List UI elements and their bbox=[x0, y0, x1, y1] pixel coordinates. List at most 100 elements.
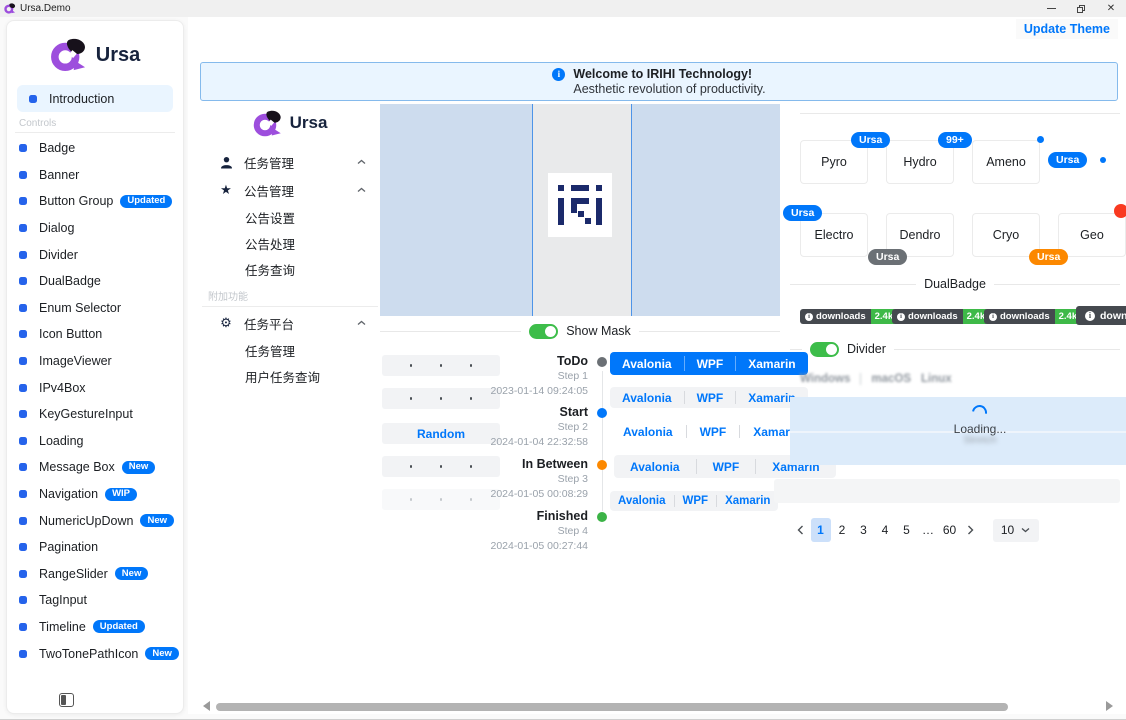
menu-item-task-management-2[interactable]: 任务管理 bbox=[200, 337, 380, 363]
update-theme-button[interactable]: Update Theme bbox=[1016, 19, 1118, 39]
show-mask-toggle[interactable] bbox=[529, 324, 558, 339]
sidebar-item-timeline[interactable]: TimelineUpdated bbox=[7, 614, 183, 641]
timeline-time: 2024-01-04 22:32:58 bbox=[455, 435, 588, 450]
tab-windows: Windows bbox=[800, 373, 850, 385]
horizontal-scrollbar-thumb[interactable] bbox=[216, 703, 1008, 711]
toggle-knob bbox=[826, 344, 837, 355]
sidebar-item-label: Timeline bbox=[39, 620, 86, 634]
minimize-button[interactable] bbox=[1036, 0, 1066, 17]
menu-item-announcement-settings[interactable]: 公告设置 bbox=[200, 204, 380, 230]
sidebar-item-introduction[interactable]: Introduction bbox=[17, 85, 173, 112]
chevron-down-icon bbox=[1021, 527, 1030, 533]
image-viewer[interactable] bbox=[380, 104, 780, 316]
ursa-badge: Ursa bbox=[783, 205, 822, 221]
sidebar-item-ipv4box[interactable]: IPv4Box bbox=[7, 374, 183, 401]
menu-item-user-task-query[interactable]: 用户任务查询 bbox=[200, 363, 380, 389]
menu-item-task-management[interactable]: 任务管理 bbox=[200, 148, 380, 176]
menu-item-label: 任务管理 bbox=[245, 341, 295, 360]
avalonia-button[interactable]: Avalonia bbox=[610, 387, 684, 408]
sidebar-item-rangeslider[interactable]: RangeSliderNew bbox=[7, 561, 183, 588]
avalonia-button[interactable]: Avalonia bbox=[610, 421, 686, 442]
menu-item-task-platform[interactable]: ⚙ 任务平台 bbox=[200, 309, 380, 337]
banner-title: Welcome to IRIHI Technology! bbox=[573, 67, 765, 82]
card-label: Pyro bbox=[821, 155, 847, 169]
status-badge: New bbox=[140, 514, 174, 527]
sidebar-item-message-box[interactable]: Message BoxNew bbox=[7, 454, 183, 481]
sidebar-item-numericupdown[interactable]: NumericUpDownNew bbox=[7, 507, 183, 534]
scroll-right-arrow[interactable] bbox=[1106, 701, 1113, 711]
menu-item-announcement-management[interactable]: ★ 公告管理 bbox=[200, 176, 380, 204]
avalonia-button[interactable]: Avalonia bbox=[610, 491, 674, 511]
bullet-icon bbox=[19, 517, 27, 525]
menu-item-announcement-processing[interactable]: 公告处理 bbox=[200, 230, 380, 256]
menu-logo: Ursa bbox=[200, 104, 380, 142]
sidebar-logo: Ursa bbox=[7, 33, 183, 77]
toggle-knob bbox=[545, 326, 556, 337]
viewer-mask-left bbox=[380, 104, 533, 316]
welcome-banner: i Welcome to IRIHI Technology! Aesthetic… bbox=[200, 62, 1118, 101]
button-group-compact: Avalonia WPF Xamarin bbox=[610, 491, 778, 511]
page-2[interactable]: 2 bbox=[832, 518, 852, 542]
card-label: Cryo bbox=[993, 228, 1019, 242]
sidebar-item-button-group[interactable]: Button GroupUpdated bbox=[7, 188, 183, 215]
ipv4-separator-dot bbox=[410, 364, 413, 367]
page-60[interactable]: 60 bbox=[940, 518, 960, 542]
loading-hidden-text: Stretch bbox=[790, 434, 1126, 446]
sidebar-item-pagination[interactable]: Pagination bbox=[7, 534, 183, 561]
wpf-button[interactable]: WPF bbox=[697, 455, 756, 478]
page-3[interactable]: 3 bbox=[854, 518, 874, 542]
sidebar-item-navigation[interactable]: NavigationWIP bbox=[7, 481, 183, 508]
wpf-button[interactable]: WPF bbox=[685, 352, 736, 375]
divider-rule bbox=[994, 284, 1120, 285]
sidebar-item-label: Icon Button bbox=[39, 327, 102, 341]
info-icon: i bbox=[1085, 311, 1095, 321]
sidebar-item-taginput[interactable]: TagInput bbox=[7, 587, 183, 614]
sidebar-collapse-button[interactable] bbox=[59, 693, 74, 707]
page-5[interactable]: 5 bbox=[897, 518, 917, 542]
timeline-step: Step 4 bbox=[455, 524, 588, 539]
status-badge: New bbox=[115, 567, 149, 580]
page-ellipsis[interactable]: … bbox=[918, 518, 938, 542]
sidebar-item-imageviewer[interactable]: ImageViewer bbox=[7, 348, 183, 375]
timeline-dot bbox=[597, 460, 607, 470]
page-size-select[interactable]: 10 bbox=[993, 519, 1039, 542]
xamarin-button[interactable]: Xamarin bbox=[717, 491, 778, 511]
menu-item-label: 用户任务查询 bbox=[245, 367, 320, 386]
close-button[interactable]: ✕ bbox=[1096, 0, 1126, 17]
sidebar-item-keygestureinput[interactable]: KeyGestureInput bbox=[7, 401, 183, 428]
avalonia-button[interactable]: Avalonia bbox=[614, 455, 696, 478]
divider-rule bbox=[790, 284, 916, 285]
page-1[interactable]: 1 bbox=[811, 518, 831, 542]
button-group-solid: Avalonia WPF Xamarin bbox=[610, 352, 808, 375]
page-4[interactable]: 4 bbox=[875, 518, 895, 542]
sidebar-item-icon-button[interactable]: Icon Button bbox=[7, 321, 183, 348]
sidebar-item-banner[interactable]: Banner bbox=[7, 162, 183, 189]
avalonia-button[interactable]: Avalonia bbox=[610, 352, 684, 375]
sidebar-item-twotonepathicon[interactable]: TwoTonePathIconNew bbox=[7, 640, 183, 667]
sidebar-item-dialog[interactable]: Dialog bbox=[7, 215, 183, 242]
bullet-icon bbox=[19, 197, 27, 205]
divider-demo-label: Divider bbox=[847, 342, 886, 356]
dual-badge-left: downloads bbox=[816, 311, 866, 322]
info-icon: i bbox=[989, 313, 997, 321]
sidebar-item-badge[interactable]: Badge bbox=[7, 135, 183, 162]
wpf-button[interactable]: WPF bbox=[687, 421, 740, 442]
dual-badge-large: idownloads 2.4k bbox=[1076, 306, 1126, 325]
info-icon: i bbox=[805, 313, 813, 321]
sidebar-item-divider[interactable]: Divider bbox=[7, 241, 183, 268]
wpf-button[interactable]: WPF bbox=[675, 491, 717, 511]
wpf-button[interactable]: WPF bbox=[685, 387, 736, 408]
restore-button[interactable] bbox=[1066, 0, 1096, 17]
timeline-step: Step 1 bbox=[455, 369, 588, 384]
previous-page-button[interactable] bbox=[791, 518, 809, 542]
sidebar-item-loading[interactable]: Loading bbox=[7, 428, 183, 455]
menu-item-label: 任务平台 bbox=[244, 314, 294, 333]
next-page-button[interactable] bbox=[961, 518, 979, 542]
menu-item-task-query[interactable]: 任务查询 bbox=[200, 256, 380, 282]
divider-toggle[interactable] bbox=[810, 342, 839, 357]
chevron-up-icon bbox=[357, 187, 366, 193]
sidebar-item-enum-selector[interactable]: Enum Selector bbox=[7, 295, 183, 322]
star-icon: ★ bbox=[218, 182, 234, 198]
scroll-left-arrow[interactable] bbox=[203, 701, 210, 711]
sidebar-item-dualbadge[interactable]: DualBadge bbox=[7, 268, 183, 295]
